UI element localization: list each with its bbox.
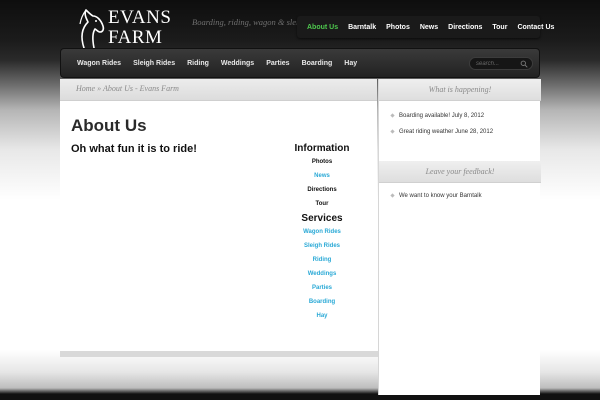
search-input[interactable]	[476, 59, 520, 69]
breadcrumb[interactable]: Home » About Us - Evans Farm	[76, 84, 179, 93]
nav-hay[interactable]: Hay	[344, 60, 357, 67]
info-column: Information Photos News Directions Tour …	[282, 142, 362, 323]
service-link-boarding[interactable]: Boarding	[282, 295, 362, 309]
services-heading: Services	[301, 213, 343, 224]
info-link-photos[interactable]: Photos	[282, 155, 362, 169]
topnav-directions[interactable]: Directions	[448, 24, 482, 31]
topnav-barntalk[interactable]: Barntalk	[348, 24, 376, 31]
site-logo[interactable]: EVANS FARM	[70, 6, 185, 49]
bullet-icon	[390, 113, 395, 118]
info-link-tour[interactable]: Tour	[282, 197, 362, 211]
topnav-contact-us[interactable]: Contact Us	[517, 24, 554, 31]
feedback-widget-title: Leave your feedback!	[379, 161, 541, 183]
service-link-hay[interactable]: Hay	[282, 309, 362, 323]
feedback-link-barntalk[interactable]: We want to know your Barntalk	[399, 193, 482, 199]
search-box	[469, 57, 533, 70]
sidebar: What is happening! Boarding available! J…	[378, 79, 541, 395]
information-heading: Information	[294, 143, 350, 154]
topnav-news[interactable]: News	[420, 24, 438, 31]
page-title: About Us	[71, 116, 147, 135]
topnav-photos[interactable]: Photos	[386, 24, 410, 31]
happening-link-riding-weather[interactable]: Great riding weather June 28, 2012	[399, 129, 493, 135]
service-link-sleigh-rides[interactable]: Sleigh Rides	[282, 239, 362, 253]
horse-head-icon	[79, 9, 105, 49]
nav-parties[interactable]: Parties	[266, 60, 289, 67]
happening-widget-title: What is happening!	[379, 79, 541, 101]
happening-link-boarding[interactable]: Boarding available! July 8, 2012	[399, 113, 484, 119]
happening-item[interactable]: Great riding weather June 28, 2012	[390, 129, 493, 135]
service-link-wagon-rides[interactable]: Wagon Rides	[282, 225, 362, 239]
main-content: Home » About Us - Evans Farm About Us Oh…	[60, 79, 377, 351]
bullet-icon	[390, 193, 395, 198]
info-link-news[interactable]: News	[282, 169, 362, 183]
site-tagline: Boarding, riding, wagon & sleigh	[192, 17, 302, 27]
main-navigation: Wagon Rides Sleigh Rides Riding Weddings…	[60, 48, 540, 78]
bullet-icon	[390, 129, 395, 134]
search-icon[interactable]	[520, 60, 528, 68]
feedback-item[interactable]: We want to know your Barntalk	[390, 193, 482, 199]
service-link-riding[interactable]: Riding	[282, 253, 362, 267]
page-subtitle: Oh what fun it is to ride!	[71, 143, 197, 155]
breadcrumb-bar: Home » About Us - Evans Farm	[60, 79, 377, 101]
logo-text-evans: EVANS	[108, 7, 172, 28]
topnav-tour[interactable]: Tour	[492, 24, 507, 31]
happening-item[interactable]: Boarding available! July 8, 2012	[390, 113, 484, 119]
nav-riding[interactable]: Riding	[187, 60, 209, 67]
nav-weddings[interactable]: Weddings	[221, 60, 254, 67]
nav-boarding[interactable]: Boarding	[302, 60, 333, 67]
info-link-directions[interactable]: Directions	[282, 183, 362, 197]
nav-wagon-rides[interactable]: Wagon Rides	[77, 60, 121, 67]
service-link-weddings[interactable]: Weddings	[282, 267, 362, 281]
top-navigation: About Us Barntalk Photos News Directions…	[297, 16, 554, 38]
topnav-about-us[interactable]: About Us	[307, 24, 338, 31]
nav-sleigh-rides[interactable]: Sleigh Rides	[133, 60, 175, 67]
logo-text-farm: FARM	[108, 27, 163, 48]
service-link-parties[interactable]: Parties	[282, 281, 362, 295]
